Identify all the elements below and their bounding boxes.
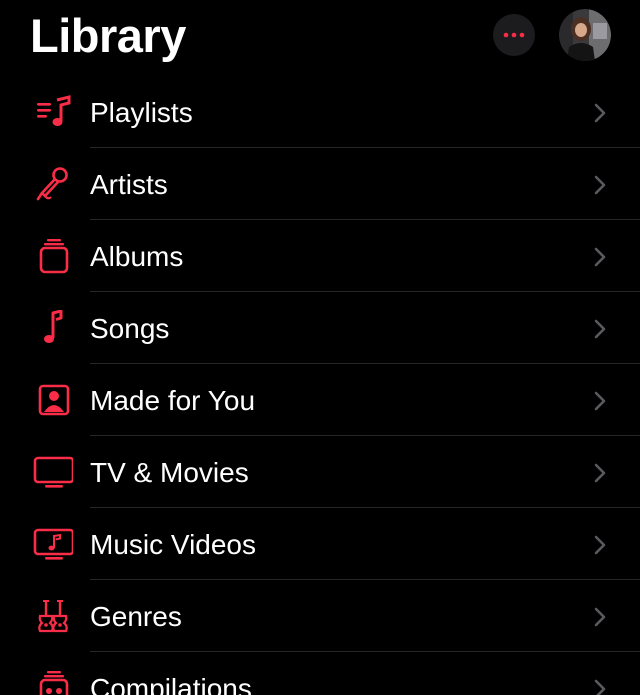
tv-icon — [33, 454, 73, 490]
chevron-right-icon — [594, 463, 606, 483]
page-title: Library — [30, 9, 186, 62]
library-item-label: Compilations — [90, 673, 252, 695]
compilation-icon — [33, 670, 73, 695]
album-stack-icon — [33, 238, 73, 274]
music-video-icon — [33, 526, 73, 562]
ellipsis-icon — [503, 32, 525, 38]
chevron-right-icon — [594, 679, 606, 695]
library-header: Library — [0, 0, 640, 76]
chevron-right-icon — [594, 391, 606, 411]
chevron-right-icon — [594, 175, 606, 195]
library-item-music-videos[interactable]: Music Videos — [0, 508, 640, 580]
library-item-label: Made for You — [90, 385, 256, 416]
library-item-label: TV & Movies — [90, 457, 249, 488]
music-note-icon — [33, 310, 73, 346]
library-item-label: Genres — [90, 601, 182, 632]
library-screen: Library Playlists Artists Albums Songs M… — [0, 0, 640, 695]
avatar-image — [559, 9, 611, 61]
library-item-label: Songs — [90, 313, 170, 344]
microphone-icon — [33, 166, 73, 202]
library-item-label: Artists — [90, 169, 168, 200]
library-item-label: Playlists — [90, 97, 193, 128]
chevron-right-icon — [594, 247, 606, 267]
library-item-songs[interactable]: Songs — [0, 292, 640, 364]
chevron-right-icon — [594, 607, 606, 627]
person-square-icon — [33, 382, 73, 418]
more-options-button[interactable] — [493, 14, 535, 56]
library-item-made-for-you[interactable]: Made for You — [0, 364, 640, 436]
profile-avatar[interactable] — [559, 9, 611, 61]
playlist-icon — [33, 94, 73, 130]
chevron-right-icon — [594, 535, 606, 555]
library-item-label: Albums — [90, 241, 184, 272]
library-item-artists[interactable]: Artists — [0, 148, 640, 220]
library-item-albums[interactable]: Albums — [0, 220, 640, 292]
library-item-label: Music Videos — [90, 529, 257, 560]
library-item-tv-movies[interactable]: TV & Movies — [0, 436, 640, 508]
library-item-genres[interactable]: Genres — [0, 580, 640, 652]
guitars-icon — [33, 598, 73, 634]
library-item-playlists[interactable]: Playlists — [0, 76, 640, 148]
library-item-compilations[interactable]: Compilations — [0, 652, 640, 695]
chevron-right-icon — [594, 103, 606, 123]
chevron-right-icon — [594, 319, 606, 339]
library-list: Playlists Artists Albums Songs Made for … — [0, 76, 640, 695]
